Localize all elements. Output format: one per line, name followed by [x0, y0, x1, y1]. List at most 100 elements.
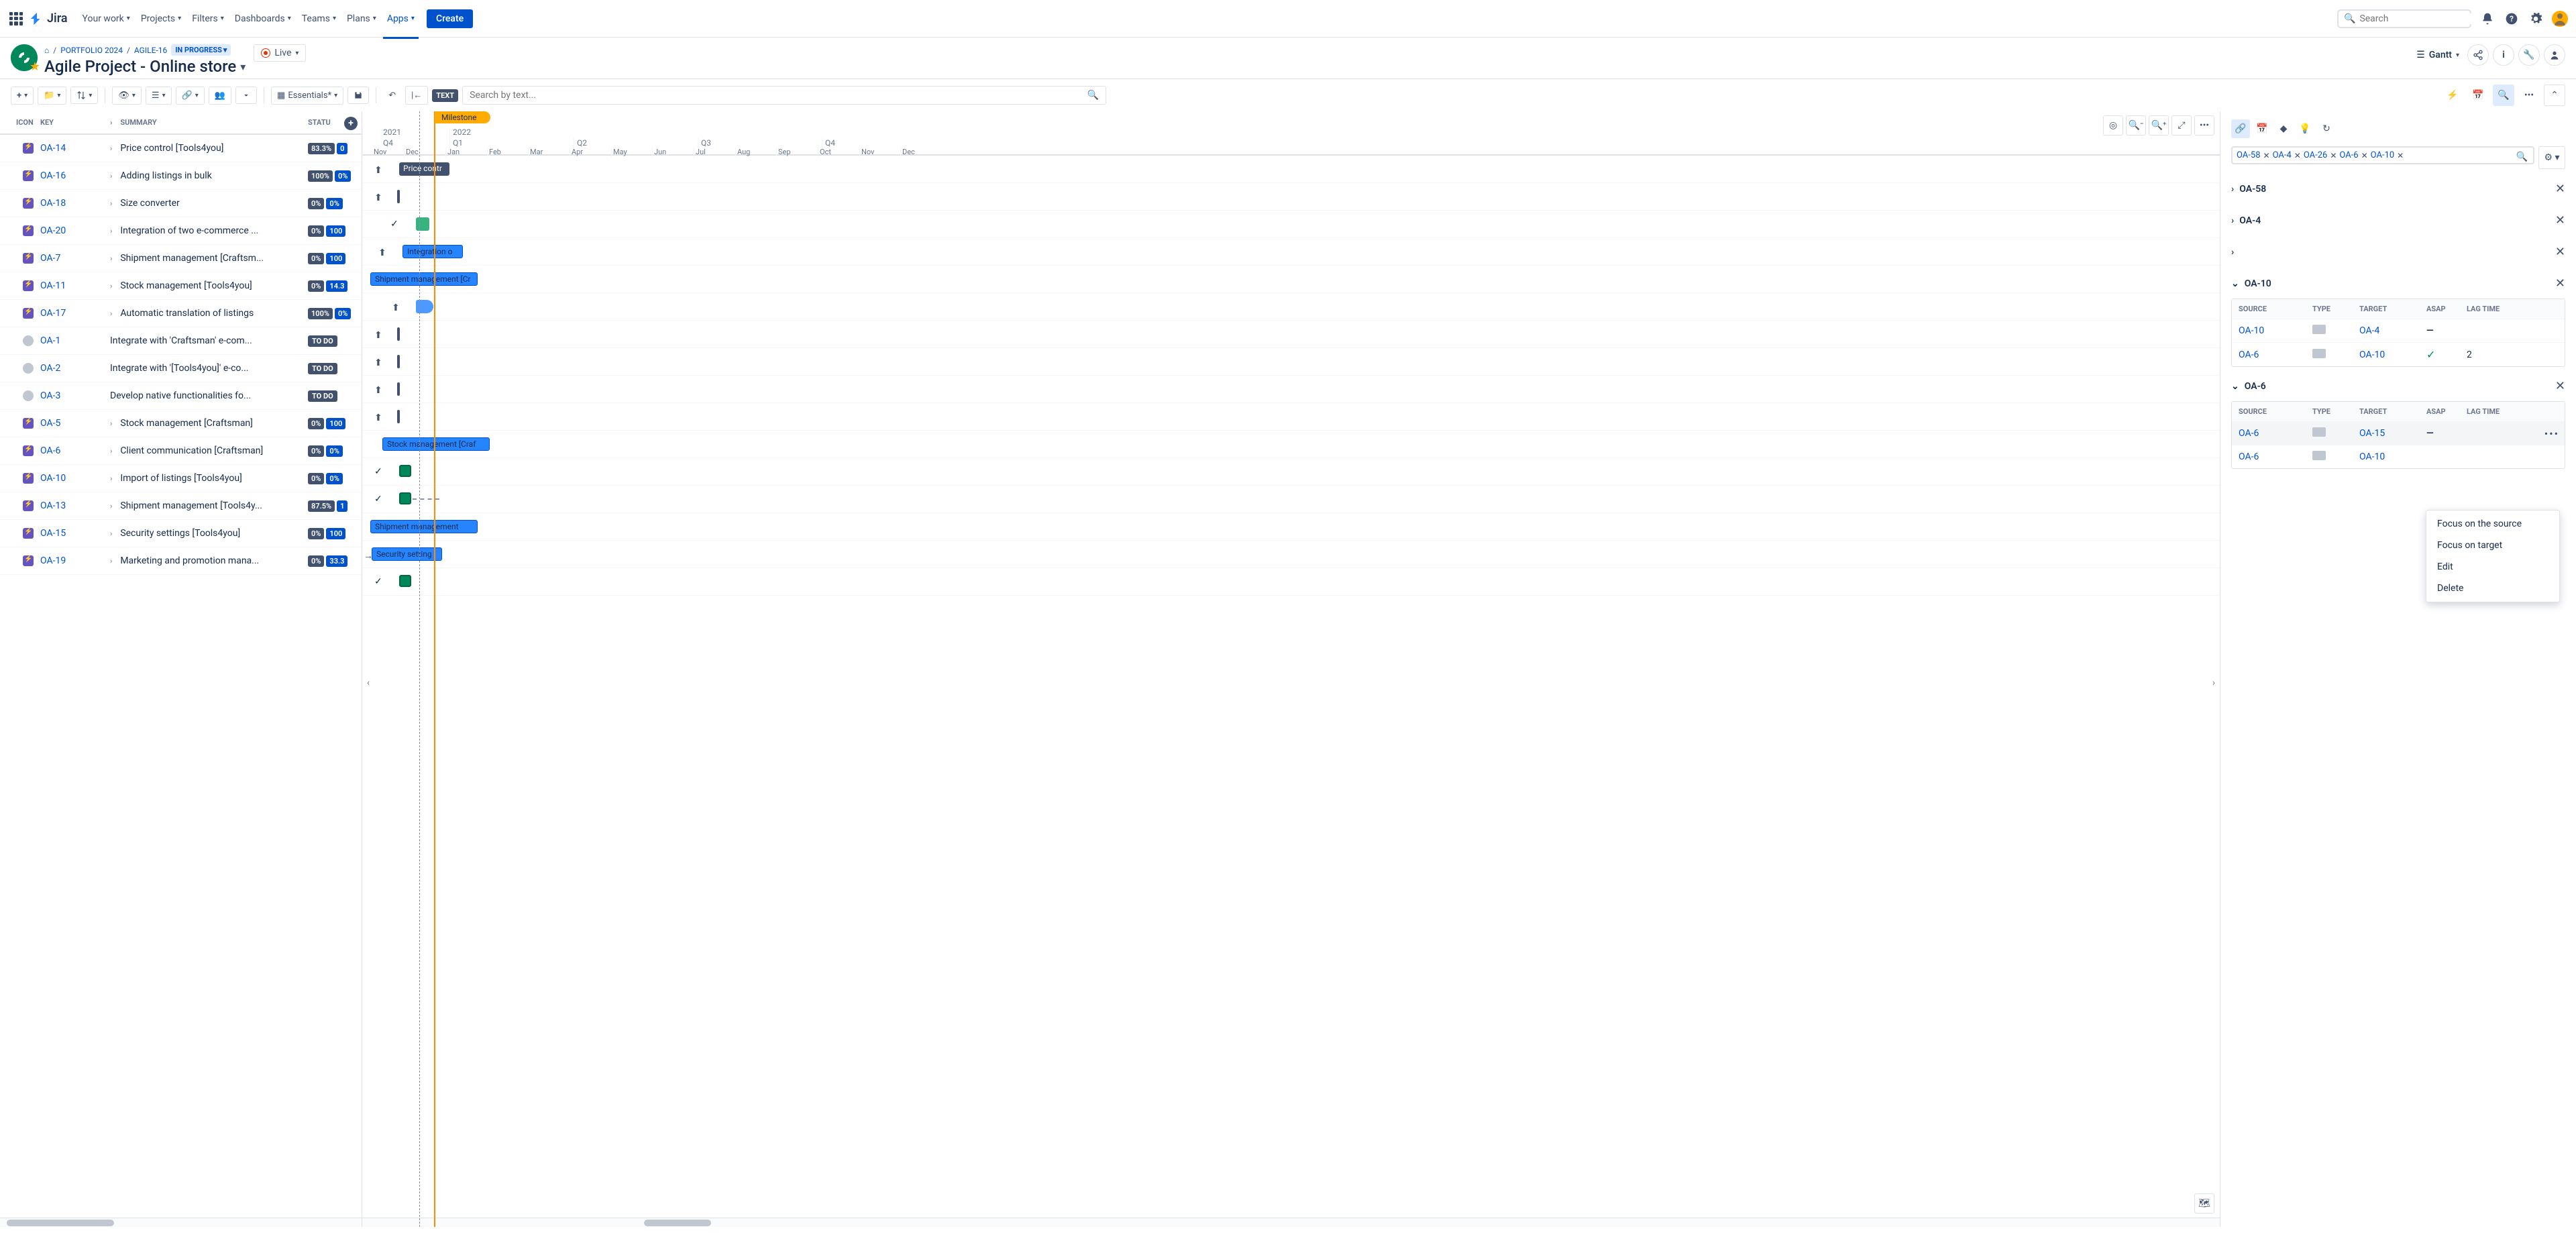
close-group-icon[interactable]: ✕ — [2555, 245, 2565, 259]
user-avatar[interactable] — [2552, 11, 2568, 27]
tab-history[interactable]: ↻ — [2317, 119, 2336, 138]
issue-key-link[interactable]: OA-18 — [40, 198, 66, 209]
table-row[interactable]: OA-15 ›Security settings [Tools4you] 0%1… — [0, 520, 362, 547]
dep-group-header[interactable]: ⌄ OA-6 ✕ — [2231, 374, 2565, 398]
nav-projects[interactable]: Projects▾ — [137, 8, 185, 30]
gantt-bar[interactable] — [399, 465, 411, 477]
expand-icon[interactable]: › — [110, 557, 112, 566]
gantt-bar[interactable]: Price contr — [399, 162, 449, 176]
toolbar-search-input[interactable] — [470, 90, 1087, 101]
table-row[interactable]: OA-2 Integrate with '[Tools4you]' e-co..… — [0, 355, 362, 382]
gantt-bar[interactable] — [397, 410, 400, 423]
gantt-row[interactable]: ⬆ — [362, 183, 2220, 211]
undo-button[interactable]: ↶ — [383, 87, 401, 104]
expand-icon[interactable]: › — [110, 172, 112, 180]
remove-chip-icon[interactable]: ✕ — [2263, 151, 2270, 160]
gantt-bar[interactable]: Shipment management [Cr — [370, 272, 478, 286]
gantt-row[interactable]: ⬆ — [362, 348, 2220, 376]
remove-chip-icon[interactable]: ✕ — [2294, 151, 2301, 160]
view-button[interactable]: 👁▾ — [112, 87, 142, 105]
gantt-scrollbar[interactable] — [362, 1218, 2220, 1227]
breadcrumb-portfolio[interactable]: PORTFOLIO 2024 — [60, 46, 123, 55]
issue-key-link[interactable]: OA-13 — [40, 500, 66, 511]
ctx-delete[interactable]: Delete — [2426, 578, 2559, 599]
issue-key-link[interactable]: OA-6 — [40, 445, 60, 456]
expand-icon[interactable]: › — [110, 144, 112, 153]
status-lozenge[interactable]: IN PROGRESS ▾ — [171, 44, 231, 56]
gantt-row[interactable]: ⬆ — [362, 376, 2220, 403]
team-button[interactable]: 👥 — [209, 87, 231, 105]
filter-chip[interactable]: OA-10 ✕ — [2371, 150, 2404, 160]
jira-logo[interactable]: Jira — [30, 11, 68, 26]
nav-teams[interactable]: Teams▾ — [298, 8, 340, 30]
zoom-out-button[interactable]: 🔍⁻ — [2126, 115, 2146, 136]
issue-key-link[interactable]: OA-5 — [40, 418, 60, 429]
issue-key-link[interactable]: OA-1 — [40, 335, 60, 346]
ctx-edit[interactable]: Edit — [2426, 556, 2559, 578]
gantt-bar[interactable] — [416, 217, 429, 231]
issue-key-link[interactable]: OA-19 — [40, 555, 66, 566]
col-header-summary[interactable]: ›SUMMARY — [94, 118, 308, 127]
gantt-row[interactable]: ⬆Integration o — [362, 238, 2220, 266]
collapse-left-button[interactable]: ‹ — [362, 669, 374, 696]
table-row[interactable]: OA-14 ›Price control [Tools4you] 83.3%0 — [0, 135, 362, 162]
scroll-start-button[interactable]: |← — [405, 86, 428, 105]
save-button[interactable] — [347, 87, 369, 104]
gantt-row[interactable]: ✓ — [362, 458, 2220, 486]
gantt-row[interactable]: →Security setting — [362, 541, 2220, 568]
table-row[interactable]: OA-7 ›Shipment management [Craftsm... 0%… — [0, 245, 362, 272]
expand-icon[interactable]: › — [110, 254, 112, 263]
expand-icon[interactable]: › — [110, 309, 112, 318]
gantt-more-button[interactable]: ••• — [2194, 115, 2214, 136]
close-group-icon[interactable]: ✕ — [2555, 182, 2565, 196]
table-row[interactable]: OA-5 ›Stock management [Craftsman] 0%100 — [0, 410, 362, 437]
tab-diamond[interactable]: ◆ — [2274, 119, 2293, 138]
table-row[interactable]: OA-19 ›Marketing and promotion mana... 0… — [0, 547, 362, 575]
table-row[interactable]: OA-18 ›Size converter 0%0% — [0, 190, 362, 217]
table-row[interactable]: OA-20 ›Integration of two e-commerce ...… — [0, 217, 362, 245]
remove-chip-icon[interactable]: ✕ — [2397, 151, 2404, 160]
title-dropdown-icon[interactable]: ▾ — [240, 60, 246, 73]
tab-calendar[interactable]: 📅 — [2253, 119, 2271, 138]
nav-filters[interactable]: Filters▾ — [188, 8, 228, 30]
gantt-row[interactable]: Stock management [Craf — [362, 431, 2220, 458]
expand-icon[interactable]: › — [110, 447, 112, 455]
milestone-marker[interactable]: Milestone — [435, 111, 490, 123]
filter-chip[interactable]: OA-4 ✕ — [2273, 150, 2301, 160]
breadcrumb-home[interactable]: ⌂ — [44, 46, 49, 55]
chevron-icon[interactable]: › — [2231, 247, 2234, 258]
gantt-bar[interactable]: Shipment management — [370, 520, 478, 533]
notifications-icon[interactable] — [2479, 11, 2496, 27]
expand-icon[interactable]: › — [110, 199, 112, 208]
more-icon[interactable]: ••• — [2518, 85, 2540, 106]
table-row[interactable]: OA-13 ›Shipment management [Tools4y... 8… — [0, 492, 362, 520]
gantt-bar[interactable]: Stock management [Craf — [382, 437, 490, 451]
dep-group-header[interactable]: › ✕ — [2231, 239, 2565, 264]
ctx-focus-source[interactable]: Focus on the source — [2426, 513, 2559, 535]
dep-group-header[interactable]: ⌄ OA-10 ✕ — [2231, 271, 2565, 296]
table-row[interactable]: OA-10 ›Import of listings [Tools4you] 0%… — [0, 465, 362, 492]
expand-icon[interactable]: › — [110, 502, 112, 511]
bolt-icon[interactable]: ⚡ — [2442, 85, 2463, 106]
chevron-icon[interactable]: › — [2231, 184, 2234, 195]
layout-button[interactable]: ☰▾ — [146, 87, 172, 105]
issue-key-link[interactable]: OA-17 — [40, 308, 66, 319]
global-search[interactable]: 🔍 — [2337, 9, 2471, 28]
dep-group-header[interactable]: › OA-58 ✕ — [2231, 176, 2565, 201]
gantt-bar[interactable]: Integration o — [402, 245, 463, 258]
settings-icon[interactable] — [2528, 11, 2544, 27]
nav-apps[interactable]: Apps▾ — [383, 8, 419, 30]
issue-key-link[interactable]: OA-7 — [40, 253, 60, 264]
close-group-icon[interactable]: ✕ — [2555, 213, 2565, 227]
remove-chip-icon[interactable]: ✕ — [2330, 151, 2337, 160]
filter-chip[interactable]: OA-6 ✕ — [2339, 150, 2367, 160]
gantt-bar[interactable] — [397, 355, 400, 368]
global-search-input[interactable] — [2359, 13, 2479, 24]
gantt-row[interactable]: ✓ — [362, 568, 2220, 596]
row-actions-icon[interactable]: ••• — [2544, 427, 2559, 440]
table-row[interactable]: OA-6 ›Client communication [Craftsman] 0… — [0, 437, 362, 465]
filter-chip[interactable]: OA-26 ✕ — [2304, 150, 2337, 160]
gantt-row[interactable]: Shipment management — [362, 513, 2220, 541]
gantt-row[interactable]: ⬆ — [362, 403, 2220, 431]
add-column-button[interactable]: + — [344, 117, 358, 130]
